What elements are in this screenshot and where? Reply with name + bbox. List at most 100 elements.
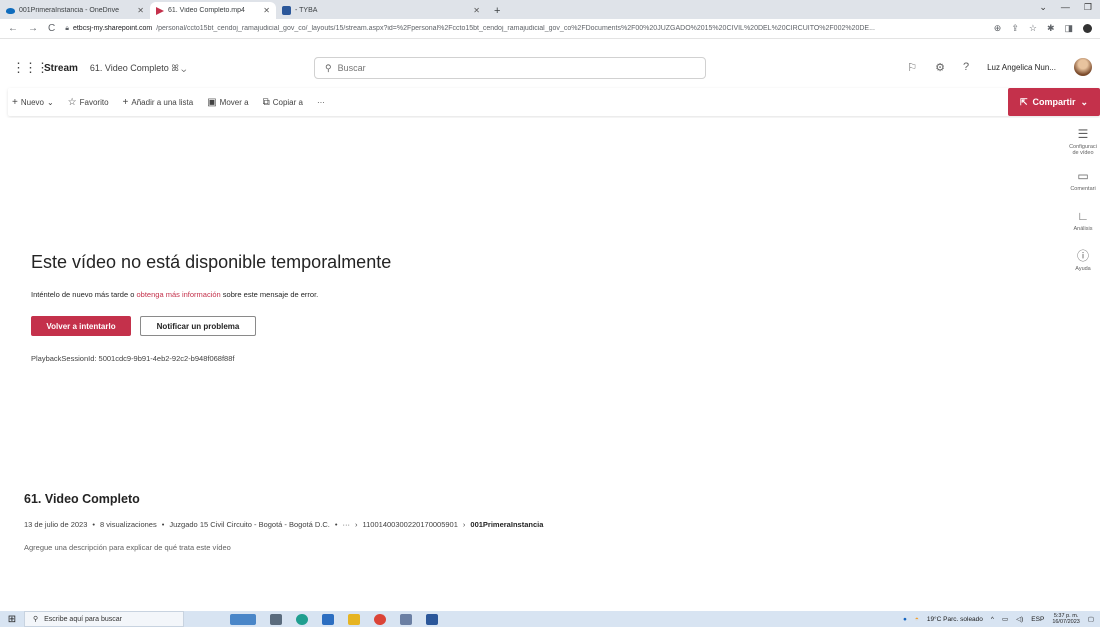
word-icon[interactable] — [426, 613, 438, 625]
avatar[interactable] — [1074, 58, 1092, 76]
browser-toolbar-icons: ⊕ ⇪ ☆ ✱ ◨ — [994, 23, 1092, 34]
url-field[interactable]: 🔒︎ etbcsj-my.sharepoint.com/personal/cct… — [65, 25, 984, 33]
search-icon: ⚲ — [325, 62, 332, 73]
error-title: Este vídeo no está disponible temporalme… — [31, 252, 392, 272]
settings-app-icon[interactable] — [400, 613, 412, 625]
url-host: etbcsj-my.sharepoint.com — [72, 25, 153, 32]
close-icon[interactable]: ✕ — [263, 6, 270, 15]
error-message: Inténtelo de nuevo más tarde o obtenga m… — [31, 290, 318, 299]
forward-icon[interactable]: → — [28, 23, 38, 34]
chevron-right-icon: › — [462, 520, 466, 529]
network-icon[interactable]: ▭ — [1002, 615, 1008, 623]
video-views: 8 visualizaciones — [100, 520, 157, 529]
folder-link-current[interactable]: 001PrimeraInstancia — [470, 520, 543, 529]
copy-to-button[interactable]: ⧉ Copiar a — [263, 97, 303, 108]
separator-dot: • — [92, 520, 96, 529]
path-ellipsis[interactable]: ··· — [343, 520, 351, 529]
profile-icon[interactable] — [1083, 24, 1092, 33]
search-input[interactable] — [337, 63, 678, 73]
video-metadata: 13 de julio de 2023 • 8 visualizaciones … — [24, 520, 543, 529]
store-icon[interactable] — [322, 613, 334, 625]
app-bar-right: ⚐ ⚙ ? Luz Angelica Nun... — [907, 58, 1092, 76]
tab-stream-video[interactable]: 61. Video Completo.mp4 ✕ — [150, 2, 276, 19]
video-owner[interactable]: Juzgado 15 Civil Circuito - Bogotá - Bog… — [169, 520, 330, 529]
share-icon: ⇱ — [1019, 96, 1028, 107]
plus-icon: + — [12, 96, 18, 108]
app-thumbnail-icon[interactable] — [230, 613, 256, 625]
add-to-list-button[interactable]: + Añadir a una lista — [123, 97, 194, 108]
add-list-label: Añadir a una lista — [131, 97, 194, 107]
taskbar-apps — [230, 613, 438, 625]
minimize-icon[interactable]: — — [1061, 2, 1070, 13]
tab-onedrive[interactable]: 001PrimeraInstancia - OneDrive ✕ — [0, 2, 150, 19]
language-indicator[interactable]: ESP — [1031, 616, 1044, 623]
help-tray-icon[interactable]: ● — [903, 616, 907, 623]
rail-analytics[interactable]: ∟ Análisis — [1066, 209, 1100, 232]
rail-comments[interactable]: ▭ Comentari — [1066, 169, 1100, 192]
stream-brand[interactable]: Stream — [44, 63, 78, 74]
rail-video-settings[interactable]: ☰ Configuraci de vídeo — [1066, 127, 1100, 157]
feedback-icon[interactable]: ⚐ — [907, 61, 917, 74]
chevron-up-icon[interactable]: ^ — [991, 616, 994, 623]
volume-icon[interactable]: ◁) — [1016, 615, 1023, 623]
favorite-button[interactable]: ☆ Favorito — [68, 97, 109, 108]
people-icon: ꕤ — [171, 62, 179, 73]
analytics-icon: ∟ — [1077, 209, 1089, 223]
star-icon: ☆ — [67, 96, 77, 108]
back-icon[interactable]: ← — [8, 23, 18, 34]
task-view-icon[interactable] — [270, 613, 282, 625]
share-page-icon[interactable]: ⇪ — [1011, 23, 1019, 34]
video-date: 13 de julio de 2023 — [24, 520, 88, 529]
folder-move-icon: ▣ — [207, 96, 217, 108]
rail-label: Configuraci de vídeo — [1069, 143, 1097, 157]
onedrive-icon — [6, 7, 15, 14]
new-button[interactable]: + Nuevo ⌄ — [12, 97, 54, 108]
rail-help[interactable]: ⓘ Ayuda — [1066, 249, 1100, 272]
copy-label: Copiar a — [272, 97, 303, 107]
folder-link[interactable]: 11001400300220170005901 — [363, 520, 458, 529]
share-button[interactable]: ⇱ Compartir ⌄ — [1008, 88, 1100, 116]
help-icon: ⓘ — [1076, 249, 1089, 263]
report-problem-button[interactable]: Notificar un problema — [140, 316, 256, 336]
chevron-down-icon: ⌄ — [46, 97, 54, 107]
move-to-button[interactable]: ▣ Mover a — [207, 97, 248, 108]
restore-icon[interactable]: ❐ — [1084, 2, 1092, 13]
close-icon[interactable]: ✕ — [473, 6, 480, 15]
chrome-icon[interactable] — [374, 613, 386, 625]
browser-tab-strip: 001PrimeraInstancia - OneDrive ✕ 61. Vid… — [0, 0, 1100, 19]
extensions-icon[interactable]: ✱ — [1047, 23, 1055, 34]
chevron-down-icon: ⌄ — [1080, 96, 1089, 107]
more-info-link[interactable]: obtenga más información — [137, 290, 221, 299]
reload-icon[interactable]: C — [48, 23, 55, 34]
more-button[interactable]: ··· — [317, 98, 325, 107]
copy-icon: ⧉ — [262, 96, 270, 108]
new-tab-button[interactable]: + — [486, 2, 508, 19]
notifications-icon[interactable]: ▢ — [1088, 615, 1094, 623]
tab-tyba[interactable]: - TYBA ✕ — [276, 2, 486, 19]
retry-button[interactable]: Volver a intentarlo — [31, 316, 131, 336]
windows-taskbar: ⊞ ⚲ Escribe aquí para buscar ● ◓ 19°C Pa… — [0, 611, 1100, 627]
clock[interactable]: 5:37 p. m. 16/07/2023 — [1052, 613, 1080, 625]
chevron-down-icon[interactable]: ⌄ — [1039, 2, 1047, 13]
rail-label: Análisis — [1073, 225, 1093, 232]
bookmark-star-icon[interactable]: ☆ — [1029, 23, 1037, 34]
close-icon[interactable]: ✕ — [137, 6, 144, 15]
video-settings-icon: ☰ — [1077, 127, 1089, 141]
video-player: Este vídeo no está disponible temporalme… — [0, 118, 1066, 478]
help-icon[interactable]: ? — [963, 61, 969, 73]
weather-text[interactable]: 19°C Parc. soleado — [927, 616, 983, 623]
user-name[interactable]: Luz Angelica Nun... — [987, 63, 1056, 72]
edge-icon[interactable] — [296, 613, 308, 625]
sidepanel-icon[interactable]: ◨ — [1064, 23, 1073, 34]
tab-label: 61. Video Completo.mp4 — [168, 7, 245, 14]
tab-label: 001PrimeraInstancia - OneDrive — [19, 7, 119, 14]
gear-icon[interactable]: ⚙ — [935, 61, 945, 74]
app-launcher-icon[interactable]: ⋮⋮⋮ — [12, 60, 49, 76]
description-field[interactable]: Agregue una descripción para explicar de… — [24, 543, 231, 552]
breadcrumb[interactable]: 61. Video Completo ꕤ ⌄ — [90, 63, 186, 74]
taskbar-search[interactable]: ⚲ Escribe aquí para buscar — [24, 611, 184, 627]
file-explorer-icon[interactable] — [348, 613, 360, 625]
windows-start-icon[interactable]: ⊞ — [0, 614, 24, 625]
zoom-icon[interactable]: ⊕ — [994, 23, 1002, 34]
search-box[interactable]: ⚲ — [314, 57, 706, 79]
